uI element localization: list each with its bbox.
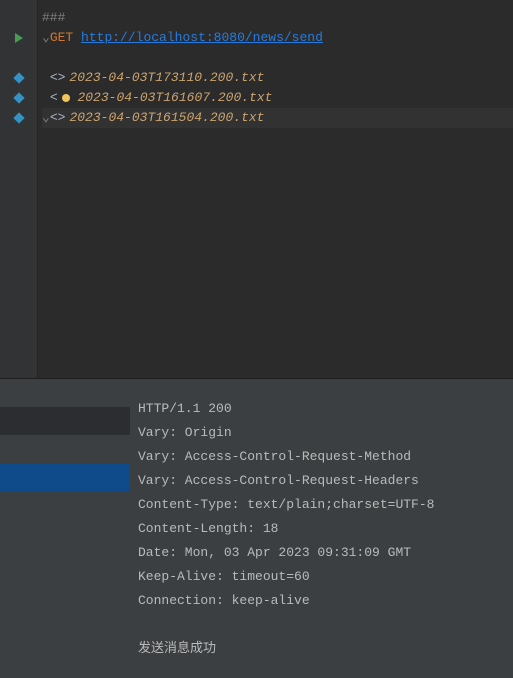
gutter-row[interactable] <box>0 88 37 108</box>
fold-marker-icon[interactable]: ⌄ <box>42 28 50 48</box>
blank-line <box>138 613 505 637</box>
response-file-link[interactable]: 2023-04-03T173110.200.txt <box>69 68 264 88</box>
response-file-line[interactable]: ⌄<>2023-04-03T161504.200.txt <box>42 108 513 128</box>
response-marker-icon <box>13 92 24 103</box>
response-header-line: Date: Mon, 03 Apr 2023 09:31:09 GMT <box>138 541 505 565</box>
gutter-row[interactable] <box>0 108 37 128</box>
editor-gutter <box>0 0 38 378</box>
side-slot-active[interactable] <box>0 463 130 491</box>
response-header-line: Vary: Access-Control-Request-Method <box>138 445 505 469</box>
response-marker-icon <box>13 112 24 123</box>
run-request-gutter[interactable] <box>0 28 37 48</box>
separator-line: ### <box>42 8 513 28</box>
response-header-line: Vary: Origin <box>138 421 505 445</box>
request-url[interactable]: http://localhost:8080/news/send <box>81 28 323 48</box>
response-file-link[interactable]: 2023-04-03T161607.200.txt <box>77 88 272 108</box>
response-file-line[interactable]: < 2023-04-03T161607.200.txt <box>42 88 513 108</box>
blank-line <box>42 48 513 68</box>
response-header-line: Vary: Access-Control-Request-Headers <box>138 469 505 493</box>
response-header-line: Connection: keep-alive <box>138 589 505 613</box>
angle-brackets: <> <box>50 68 66 88</box>
side-slot[interactable] <box>0 407 130 435</box>
side-slot[interactable] <box>0 435 130 463</box>
response-side-column <box>0 379 130 678</box>
angle-brackets: < <box>50 88 58 108</box>
gutter-row <box>0 48 37 68</box>
angle-brackets: <> <box>50 108 66 128</box>
fold-marker-icon[interactable]: ⌄ <box>42 108 50 128</box>
response-file-link[interactable]: 2023-04-03T161504.200.txt <box>69 108 264 128</box>
response-panel: HTTP/1.1 200 Vary: Origin Vary: Access-C… <box>0 378 513 678</box>
side-slot[interactable] <box>0 379 130 407</box>
response-header-line: Content-Length: 18 <box>138 517 505 541</box>
response-header-line: HTTP/1.1 200 <box>138 397 505 421</box>
http-method: GET <box>50 28 73 48</box>
response-header-line: Keep-Alive: timeout=60 <box>138 565 505 589</box>
play-icon <box>15 33 23 43</box>
gutter-row[interactable] <box>0 68 37 88</box>
response-file-line[interactable]: <>2023-04-03T173110.200.txt <box>42 68 513 88</box>
bulb-icon[interactable] <box>62 94 70 102</box>
request-line: ⌄GET http://localhost:8080/news/send <box>42 28 513 48</box>
response-marker-icon <box>13 72 24 83</box>
response-body-text: 发送消息成功 <box>138 637 505 661</box>
separator-token: ### <box>42 8 65 28</box>
response-header-line: Content-Type: text/plain;charset=UTF-8 <box>138 493 505 517</box>
gutter-row <box>0 8 37 28</box>
editor-pane: ### ⌄GET http://localhost:8080/news/send… <box>0 0 513 378</box>
response-body[interactable]: HTTP/1.1 200 Vary: Origin Vary: Access-C… <box>130 379 513 678</box>
code-area[interactable]: ### ⌄GET http://localhost:8080/news/send… <box>38 0 513 378</box>
